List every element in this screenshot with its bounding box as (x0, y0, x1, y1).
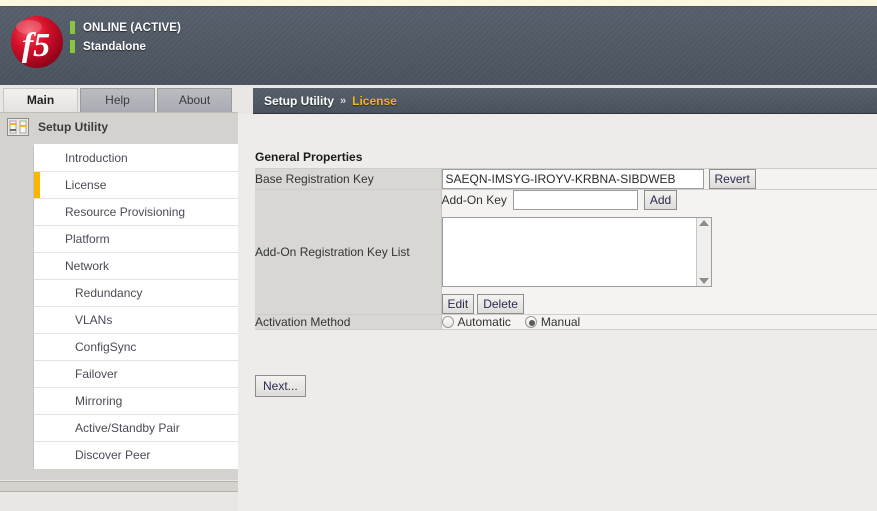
addon-listbox-scrollbar[interactable] (695, 218, 711, 286)
device-status-block: ONLINE (ACTIVE) Standalone (70, 19, 181, 57)
active-marker (34, 361, 40, 387)
addon-key-listbox[interactable] (441, 217, 712, 287)
radio-automatic-label[interactable]: Automatic (458, 315, 511, 329)
sidebar-item-label: License (65, 178, 107, 192)
active-marker (34, 307, 40, 333)
add-button[interactable]: Add (643, 190, 678, 210)
active-marker (34, 280, 40, 306)
sidebar-item-label: Active/Standby Pair (75, 421, 180, 435)
base-registration-key-label: Base Registration Key (255, 168, 442, 190)
next-button[interactable]: Next... (255, 375, 306, 397)
sidebar-item-label: ConfigSync (75, 340, 137, 354)
status-secondary-text: Standalone (83, 40, 146, 53)
status-primary-text: ONLINE (ACTIVE) (83, 21, 181, 34)
status-indicator-icon (70, 40, 75, 53)
active-marker (34, 415, 40, 441)
table-row-base-registration-key: Base Registration Key Revert (255, 168, 877, 190)
table-row-activation-method: Activation Method Automatic Manual (255, 314, 877, 330)
addon-registration-key-list-cell: Add-On Key Add Edit Delete (441, 189, 877, 315)
sidebar-item-label: Redundancy (75, 286, 143, 300)
chevron-up-icon[interactable] (698, 220, 709, 226)
status-line-secondary: Standalone (70, 38, 181, 55)
breadcrumb-leaf: License (352, 93, 397, 108)
top-accent-strip (0, 0, 877, 7)
main-tab-bar: Main Help About (3, 88, 232, 112)
sidebar-item-introduction[interactable]: Introduction (34, 145, 238, 172)
sliders-icon (7, 118, 29, 136)
tab-about[interactable]: About (157, 88, 232, 112)
sidebar-item-mirroring[interactable]: Mirroring (34, 388, 238, 415)
status-line-primary: ONLINE (ACTIVE) (70, 19, 181, 36)
sidebar-item-vlans[interactable]: VLANs (34, 307, 238, 334)
sidebar-item-redundancy[interactable]: Redundancy (34, 280, 238, 307)
radio-manual[interactable] (524, 316, 537, 328)
sidebar-item-label: Failover (75, 367, 118, 381)
svg-text:f5: f5 (22, 27, 50, 64)
breadcrumb-separator-icon: » (340, 94, 347, 107)
sidebar-title: Setup Utility (38, 120, 109, 134)
sidebar-item-configsync[interactable]: ConfigSync (34, 334, 238, 361)
delete-button[interactable]: Delete (477, 294, 524, 314)
sidebar-item-failover[interactable]: Failover (34, 361, 238, 388)
breadcrumb: Setup Utility » License (253, 88, 877, 114)
main-content: General Properties Base Registration Key… (238, 114, 877, 511)
sidebar-nav-list: Introduction License Resource Provisioni… (33, 144, 238, 469)
active-marker (34, 442, 40, 469)
sidebar-item-resource-provisioning[interactable]: Resource Provisioning (34, 199, 238, 226)
active-marker (34, 226, 40, 252)
activation-method-label: Activation Method (255, 314, 442, 330)
sidebar-item-platform[interactable]: Platform (34, 226, 238, 253)
tab-help[interactable]: Help (80, 88, 155, 112)
active-marker (34, 253, 40, 279)
radio-manual-label[interactable]: Manual (541, 315, 580, 329)
radio-automatic[interactable] (441, 316, 454, 328)
active-marker (34, 145, 40, 171)
active-marker (34, 172, 40, 198)
sidebar-item-label: VLANs (75, 313, 113, 327)
sidebar-item-label: Platform (65, 232, 110, 246)
sidebar-item-active-standby-pair[interactable]: Active/Standby Pair (34, 415, 238, 442)
f5-logo-icon: f5 (9, 12, 65, 70)
revert-button[interactable]: Revert (708, 169, 756, 189)
page-title: General Properties (255, 150, 363, 164)
sidebar-item-label: Introduction (65, 151, 128, 165)
activation-method-cell: Automatic Manual (441, 314, 877, 330)
app-header: f5 ONLINE (ACTIVE) Standalone (0, 7, 877, 85)
base-registration-key-cell: Revert (441, 168, 877, 190)
sidebar: Setup Utility Introduction License Resou… (0, 112, 238, 492)
general-properties-table: Base Registration Key Revert Add-On Regi… (255, 168, 877, 330)
active-marker (34, 388, 40, 414)
edit-button[interactable]: Edit (441, 294, 475, 314)
tab-main[interactable]: Main (3, 88, 78, 112)
sidebar-item-label: Resource Provisioning (65, 205, 186, 219)
sidebar-item-label: Network (65, 259, 110, 273)
sidebar-item-label: Mirroring (75, 394, 123, 408)
sidebar-header: Setup Utility (0, 113, 238, 141)
table-row-addon-registration-key-list: Add-On Registration Key List Add-On Key … (255, 189, 877, 315)
active-marker (34, 199, 40, 225)
breadcrumb-root[interactable]: Setup Utility (264, 94, 334, 108)
active-marker (34, 334, 40, 360)
addon-key-label: Add-On Key (441, 193, 507, 207)
sidebar-item-discover-peer[interactable]: Discover Peer (34, 442, 238, 469)
sidebar-bottom-divider (0, 481, 238, 492)
sidebar-item-label: Discover Peer (75, 448, 151, 462)
addon-registration-key-list-label: Add-On Registration Key List (255, 189, 442, 315)
addon-key-input[interactable] (512, 190, 638, 210)
sidebar-item-license[interactable]: License (34, 172, 238, 199)
base-registration-key-input[interactable] (441, 169, 704, 189)
status-indicator-icon (70, 21, 75, 34)
sidebar-item-network[interactable]: Network (34, 253, 238, 280)
chevron-down-icon[interactable] (698, 278, 709, 284)
